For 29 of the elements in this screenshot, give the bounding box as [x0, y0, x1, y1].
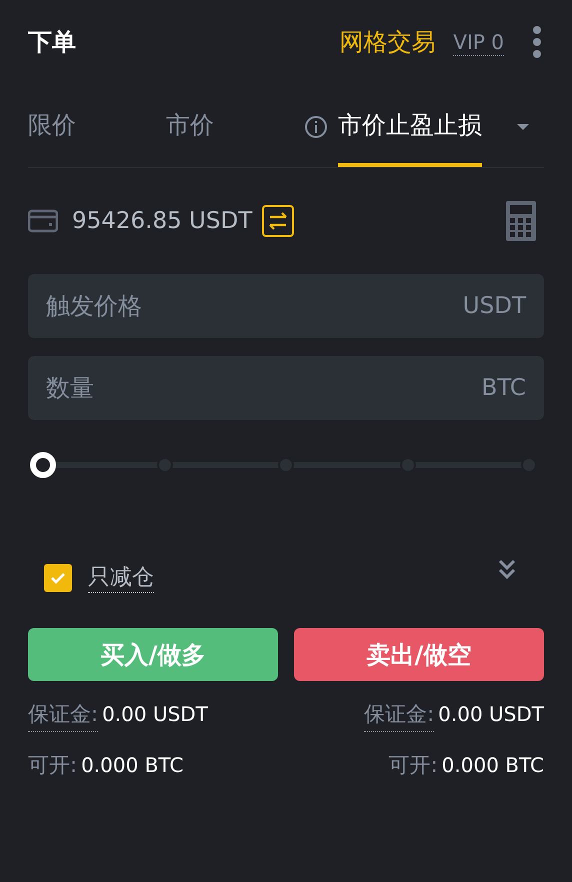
calculator-icon[interactable]: [506, 201, 536, 241]
sell-button[interactable]: 卖出/做空: [294, 628, 544, 681]
vip-level: VIP 0: [453, 28, 504, 56]
transfer-icon[interactable]: [262, 205, 294, 237]
grid-trading-link[interactable]: 网格交易: [339, 24, 436, 60]
margin-label: 保证金:: [28, 699, 98, 732]
double-chevron-down-icon[interactable]: [498, 559, 516, 581]
available-balance: 95426.85 USDT: [72, 206, 252, 236]
order-type-tab[interactable]: 限价: [28, 86, 76, 167]
caret-down-icon[interactable]: [516, 122, 530, 130]
max-open-label: 可开:: [28, 752, 78, 778]
info-icon[interactable]: [304, 114, 328, 138]
max-open-value: 0.000 BTC: [442, 752, 544, 778]
panel-title: 下单: [28, 27, 76, 58]
reduce-only-checkbox[interactable]: [44, 564, 72, 592]
reduce-only-label: 只减仓: [88, 564, 154, 592]
wallet-icon: [28, 209, 58, 233]
max-open-value: 0.000 BTC: [81, 752, 184, 778]
unit-label: BTC: [481, 374, 526, 403]
unit-label: USDT: [462, 292, 526, 321]
margin-label: 保证金:: [364, 699, 434, 732]
margin-value: 0.00 USDT: [438, 701, 544, 728]
slider-thumb[interactable]: [30, 452, 56, 478]
check-icon: [50, 572, 66, 584]
more-icon[interactable]: [532, 26, 542, 58]
margin-value: 0.00 USDT: [102, 701, 208, 728]
order-type-tab[interactable]: 市价: [166, 86, 214, 167]
order-type-tab[interactable]: 市价止盈止损: [338, 86, 482, 167]
max-open-label: 可开:: [388, 752, 438, 778]
